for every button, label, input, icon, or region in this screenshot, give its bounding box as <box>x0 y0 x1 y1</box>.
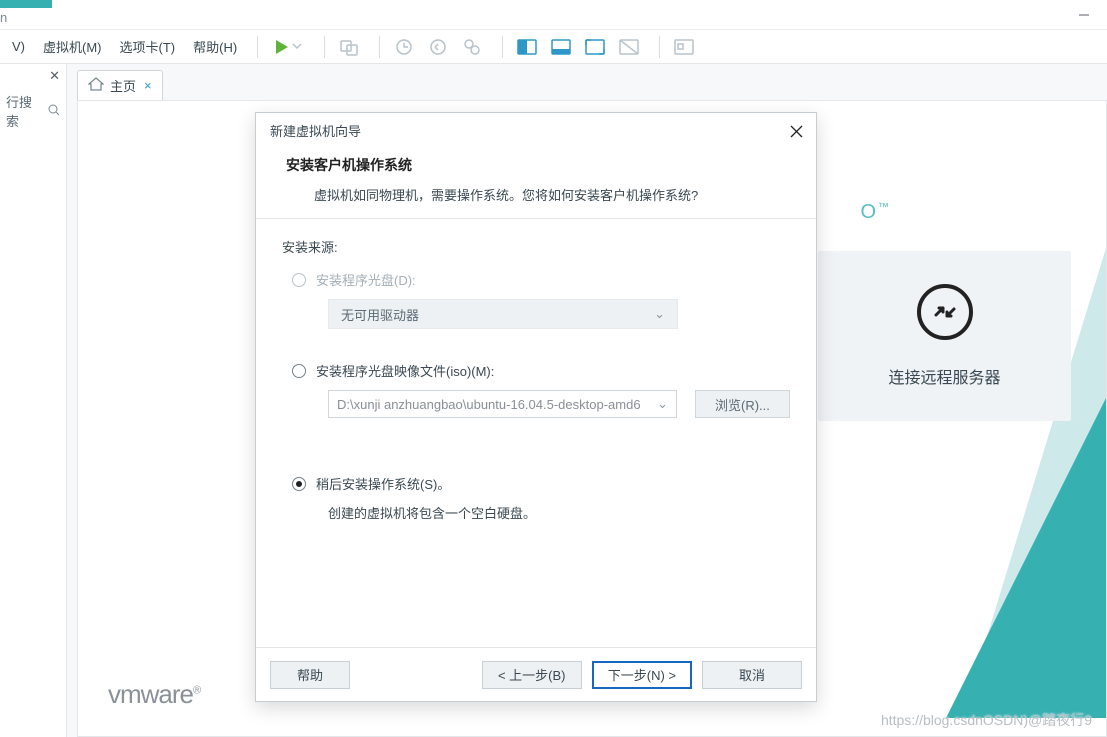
home-icon <box>88 77 104 94</box>
new-vm-wizard-dialog: 新建虚拟机向导 安装客户机操作系统 虚拟机如同物理机，需要操作系统。您将如何安装… <box>255 112 817 702</box>
tabstrip: 主页 × <box>67 64 1107 100</box>
next-button[interactable]: 下一步(N) > <box>592 661 692 689</box>
minimize-button[interactable] <box>1061 0 1107 30</box>
sidebar-search[interactable]: 行搜索 <box>0 88 66 134</box>
help-button[interactable]: 帮助 <box>270 661 350 689</box>
install-later-desc: 创建的虚拟机将包含一个空白硬盘。 <box>328 503 790 522</box>
menu-separator <box>324 36 325 58</box>
menu-separator <box>379 36 380 58</box>
radio-iso[interactable] <box>292 364 306 378</box>
snapshot-revert-button[interactable] <box>424 33 452 61</box>
menu-vm[interactable]: 虚拟机(M) <box>35 31 110 62</box>
radio-iso-label: 安装程序光盘映像文件(iso)(M): <box>316 361 494 380</box>
option-install-later[interactable]: 稍后安装操作系统(S)。 <box>292 474 790 493</box>
thumbnail-bar-button[interactable] <box>670 33 698 61</box>
connect-remote-card[interactable]: 连接远程服务器 <box>818 251 1071 421</box>
chevron-down-icon: ⌄ <box>654 306 665 322</box>
unity-button[interactable] <box>615 33 643 61</box>
sidebar-close-icon[interactable]: ✕ <box>49 68 60 84</box>
back-button[interactable]: < 上一步(B) <box>482 661 582 689</box>
menu-tabs[interactable]: 选项卡(T) <box>112 31 184 62</box>
iso-path-value: D:\xunji anzhuangbao\ubuntu-16.04.5-desk… <box>337 397 641 412</box>
option-install-disc: 安装程序光盘(D): <box>292 270 790 289</box>
title-text: n <box>0 10 7 25</box>
menu-help[interactable]: 帮助(H) <box>185 31 245 62</box>
chevron-down-icon: ⌄ <box>657 396 668 412</box>
view-console-button[interactable] <box>547 33 575 61</box>
browse-button[interactable]: 浏览(R)... <box>695 390 790 418</box>
menu-separator <box>257 36 258 58</box>
menu-view[interactable]: V) <box>4 33 33 60</box>
iso-path-input[interactable]: D:\xunji anzhuangbao\ubuntu-16.04.5-desk… <box>328 390 677 418</box>
power-on-button[interactable] <box>268 33 308 61</box>
cancel-button[interactable]: 取消 <box>702 661 802 689</box>
bg-triangle <box>946 398 1106 718</box>
vmware-logo: vmware® <box>108 679 200 710</box>
disc-drive-dropdown: 无可用驱动器 ⌄ <box>328 299 678 329</box>
dialog-subheading: 虚拟机如同物理机，需要操作系统。您将如何安装客户机操作系统? <box>286 185 794 204</box>
brand-fragment: O™ <box>860 201 891 224</box>
search-icon <box>48 104 60 119</box>
menubar: V) 虚拟机(M) 选项卡(T) 帮助(H) <box>0 30 1107 64</box>
connect-remote-label: 连接远程服务器 <box>888 364 1000 388</box>
option-install-iso[interactable]: 安装程序光盘映像文件(iso)(M): <box>292 361 790 380</box>
view-split-button[interactable] <box>513 33 541 61</box>
library-sidebar: ✕ 行搜索 <box>0 64 67 737</box>
tab-label: 主页 <box>110 76 136 95</box>
radio-later[interactable] <box>292 477 306 491</box>
connect-remote-icon <box>917 284 973 340</box>
snapshot-button[interactable] <box>390 33 418 61</box>
titlebar: n <box>0 0 1107 30</box>
tab-home[interactable]: 主页 × <box>77 70 163 100</box>
menu-separator <box>659 36 660 58</box>
watermark: https://blog.csdnOSDN)@踏夜行9 <box>881 710 1092 730</box>
devices-button[interactable] <box>335 33 363 61</box>
radio-later-label: 稍后安装操作系统(S)。 <box>316 474 450 493</box>
radio-disc <box>292 273 306 287</box>
title-accent <box>0 0 52 8</box>
disc-drive-value: 无可用驱动器 <box>341 305 419 324</box>
dialog-footer: 帮助 < 上一步(B) 下一步(N) > 取消 <box>256 647 816 701</box>
dialog-heading: 安装客户机操作系统 <box>286 155 794 175</box>
radio-disc-label: 安装程序光盘(D): <box>316 270 416 289</box>
install-source-label: 安装来源: <box>282 237 790 256</box>
dialog-title: 新建虚拟机向导 <box>256 113 816 149</box>
fullscreen-button[interactable] <box>581 33 609 61</box>
tab-close-icon[interactable]: × <box>144 78 152 93</box>
dialog-close-button[interactable] <box>786 121 806 141</box>
menu-separator <box>502 36 503 58</box>
snapshot-manager-button[interactable] <box>458 33 486 61</box>
sidebar-search-label: 行搜索 <box>6 92 44 130</box>
